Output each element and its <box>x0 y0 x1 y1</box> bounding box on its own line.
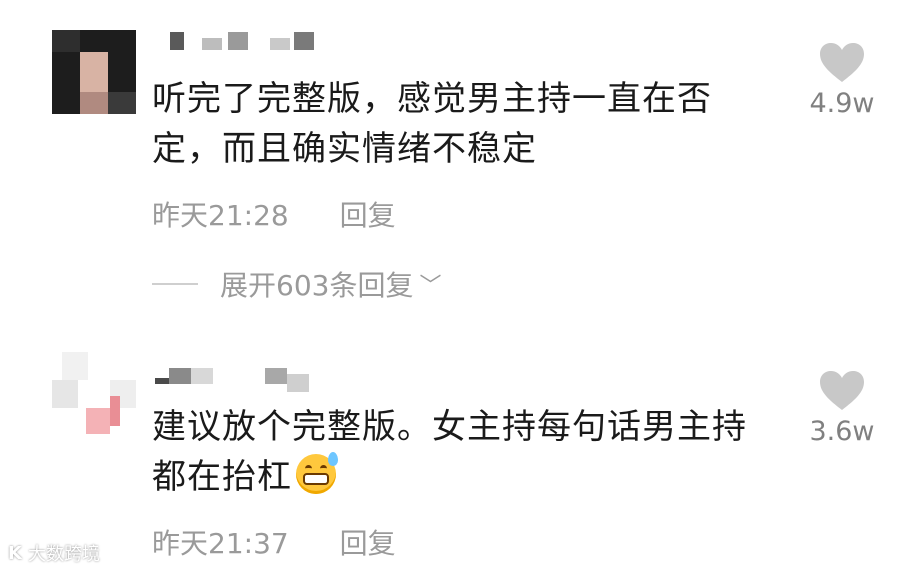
comment-text: 听完了完整版，感觉男主持一直在否定，而且确实情绪不稳定 <box>152 79 712 169</box>
grinning-sweat-emoji-icon <box>296 452 338 494</box>
avatar[interactable] <box>52 352 136 436</box>
like-button[interactable]: 4.9w <box>802 42 882 119</box>
comment-text: 建议放个完整版。女主持每句话男主持都在抬杠 <box>152 402 772 502</box>
heart-icon <box>820 43 864 82</box>
like-count: 3.6w <box>809 416 875 447</box>
watermark-text: 大数跨境 <box>27 544 100 565</box>
chevron-down-icon: ﹀ <box>419 274 442 299</box>
comment-item: 听完了完整版，感觉男主持一直在否定，而且确实情绪不稳定 昨天21:28 回复 4… <box>0 0 900 330</box>
comment-item: 建议放个完整版。女主持每句话男主持都在抬杠 昨天21:37 回复 3.6w <box>0 340 900 572</box>
reply-button[interactable]: 回复 <box>340 199 396 232</box>
comment-meta: 昨天21:28 回复 <box>152 194 396 234</box>
reply-button[interactable]: 回复 <box>340 527 396 560</box>
username-pixelated[interactable] <box>170 32 320 52</box>
watermark: K 大数跨境 <box>8 540 100 566</box>
username-pixelated[interactable] <box>155 368 325 392</box>
avatar[interactable] <box>52 30 136 114</box>
expand-replies-label: 展开603条回复 <box>220 269 414 302</box>
expand-replies-button[interactable]: 展开603条回复 ﹀ <box>152 264 441 304</box>
comment-text-content: 建议放个完整版。女主持每句话男主持都在抬杠 <box>152 407 747 497</box>
comment-time: 昨天21:28 <box>152 199 289 232</box>
like-button[interactable]: 3.6w <box>802 370 882 447</box>
like-count: 4.9w <box>809 88 875 119</box>
divider-line <box>152 283 198 285</box>
comment-time: 昨天21:37 <box>152 527 289 560</box>
heart-icon <box>820 371 864 410</box>
comment-meta: 昨天21:37 回复 <box>152 522 396 562</box>
watermark-logo: K <box>8 542 22 564</box>
